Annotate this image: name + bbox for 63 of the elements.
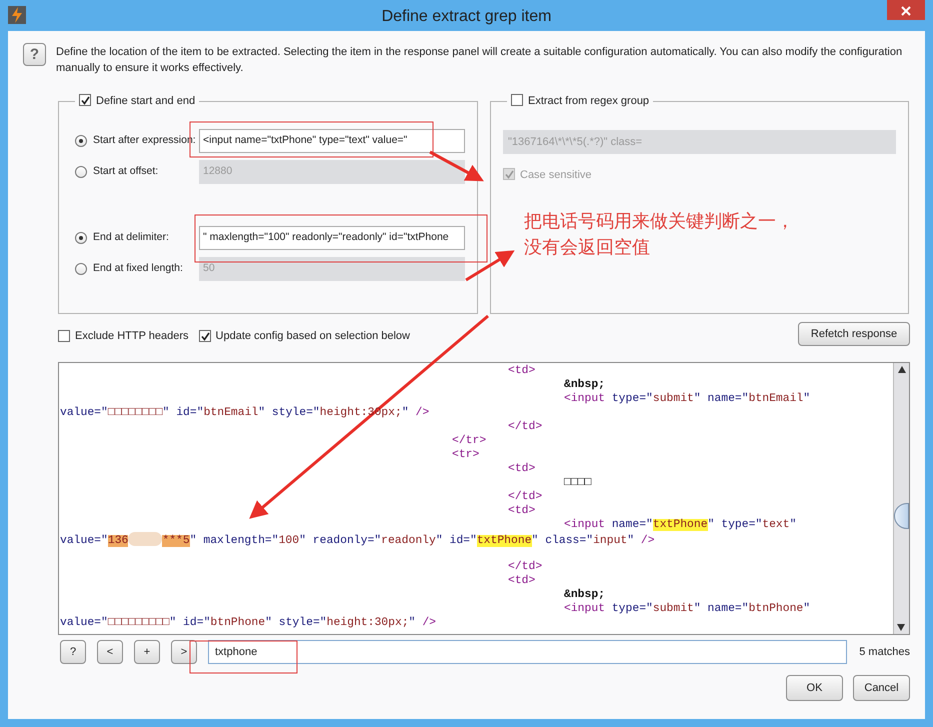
code-line: </tr> [451, 434, 488, 448]
search-nav-button[interactable]: + [134, 640, 160, 664]
search-field[interactable]: txtphone [208, 640, 848, 664]
ok-button[interactable]: OK [786, 675, 843, 701]
text-field[interactable]: " maxlength="100" readonly="readonly" id="txtPhone [199, 226, 465, 250]
code-line: <input type="submit" name="btnEmail" [563, 392, 812, 406]
search-nav-button[interactable]: < [97, 640, 123, 664]
refetch-button[interactable]: Refetch response [798, 322, 910, 346]
code-line: <tr> [451, 448, 480, 462]
search-nav-button[interactable]: ? [60, 640, 86, 664]
scroll-thumb[interactable] [894, 503, 909, 529]
selected-text: 136 [108, 535, 128, 547]
checkbox-label: Exclude HTTP headers [75, 328, 189, 344]
code-line: </td> [507, 490, 544, 504]
radio-button[interactable] [75, 263, 87, 275]
checkbox[interactable] [58, 330, 70, 342]
radio-label: Start at offset: [93, 164, 158, 180]
code-line: value="136 ***5" maxlength="100" readonly="readonly" id="txtPhone" class="input" /> [60, 532, 893, 546]
code-line: <td> [507, 574, 536, 588]
code-line: </td> [507, 420, 544, 434]
checkbox[interactable] [198, 330, 211, 342]
description-text: Define the location of the item to be extracted. Selecting the item in the response panel will create a suitable configuration automatically. You can also modify the configuration manually to ensure it works effectively. [56, 45, 904, 76]
window-title: Define extract grep item [382, 7, 552, 27]
annotation-arrow [429, 150, 484, 182]
redaction-blob [128, 532, 162, 546]
search-match-highlight: txtPhone [476, 535, 532, 547]
code-line: <td> [507, 504, 536, 518]
code-line: □□□□ [563, 476, 592, 490]
selected-text: ***5 [162, 535, 190, 547]
scroll-down-icon[interactable] [897, 624, 905, 631]
search-nav-button[interactable]: > [171, 640, 197, 664]
code-line: <td> [507, 364, 536, 378]
radio-label: End at fixed length: [93, 261, 183, 276]
checkbox-label: Update config based on selection below [216, 328, 410, 344]
code-line: &nbsp; [563, 378, 606, 392]
scroll-up-icon[interactable] [898, 366, 906, 373]
checkbox[interactable] [503, 168, 515, 180]
annotation-arrow [465, 250, 515, 282]
app-icon [8, 6, 26, 24]
help-button[interactable]: ? [23, 43, 46, 66]
checkbox-label: Define start and end [96, 95, 196, 107]
code-line: <input name="txtPhone" type="text" [563, 518, 798, 532]
checkbox[interactable] [511, 94, 523, 106]
code-line: </td> [507, 560, 544, 574]
radio-button[interactable] [75, 232, 87, 244]
checkbox-label: Case sensitive [520, 169, 592, 181]
code-line: &nbsp; [563, 588, 606, 602]
match-count: 5 matches [859, 644, 910, 660]
scrollbar[interactable] [893, 363, 909, 634]
code-line: <td> [507, 462, 536, 476]
code-line: value="□□□□□□□□□" id="btnPhone" style="height:30px;" /> [60, 616, 437, 630]
text-field[interactable]: <input name="txtPhone" type="text" value=" [199, 129, 465, 153]
radio-label: End at delimiter: [93, 230, 169, 246]
radio-button[interactable] [75, 166, 87, 178]
annotation-text: 把电话号码用来做关键判断之一， 没有会返回空值 [524, 210, 794, 260]
checkbox-label: Extract from regex group [528, 95, 650, 107]
close-icon [901, 6, 911, 16]
radio-button[interactable] [75, 135, 87, 147]
close-button[interactable] [887, 0, 925, 20]
search-match-highlight: txtPhone [652, 519, 708, 531]
cancel-button[interactable]: Cancel [853, 675, 910, 701]
checkbox[interactable] [79, 94, 91, 106]
code-line: <input type="submit" name="btnPhone" [563, 602, 812, 616]
